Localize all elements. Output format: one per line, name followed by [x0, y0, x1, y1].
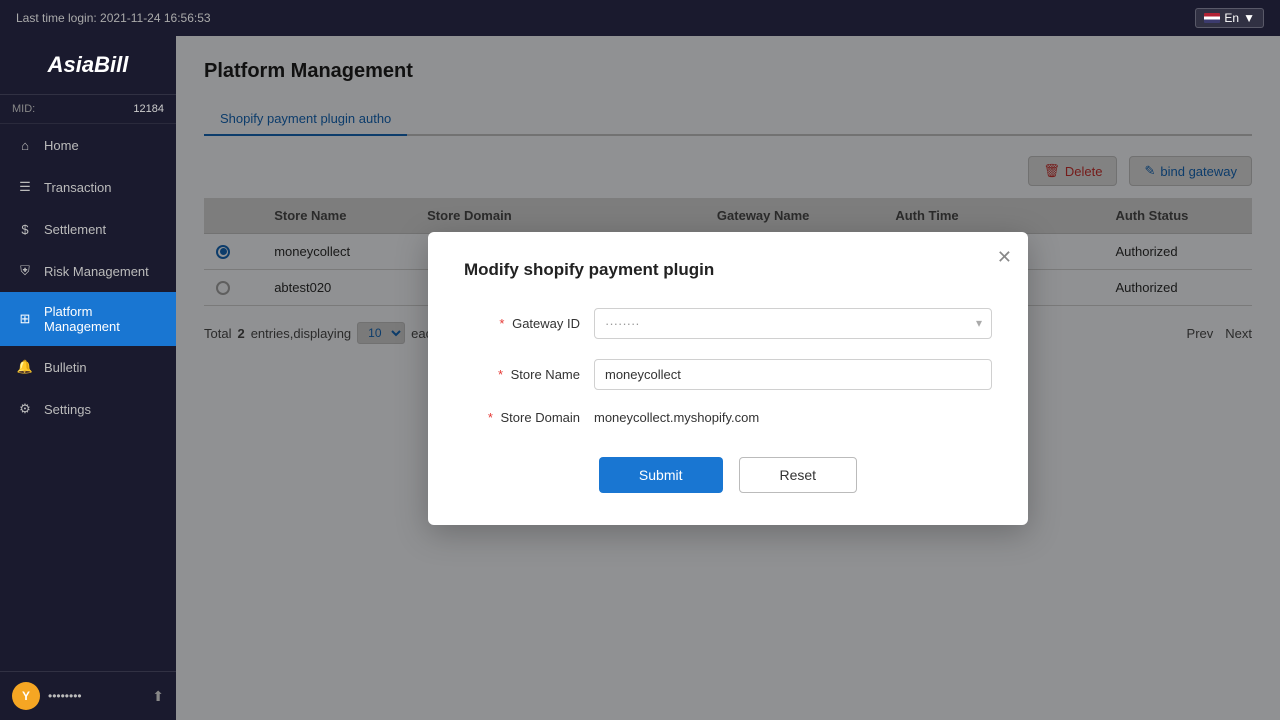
list-icon: ☰: [16, 178, 34, 196]
logo-text: AsiaBill: [48, 52, 129, 77]
sidebar-item-label: Home: [44, 138, 79, 153]
modal-overlay: Modify shopify payment plugin ✕ * Gatewa…: [176, 36, 1280, 720]
main-content: Platform Management Shopify payment plug…: [176, 36, 1280, 720]
gateway-id-select-wrapper: ········ ▾: [594, 308, 992, 339]
submit-button[interactable]: Submit: [599, 457, 723, 493]
gateway-id-select[interactable]: ········: [594, 308, 992, 339]
sidebar-item-label: Settlement: [44, 222, 106, 237]
required-star: *: [488, 410, 493, 425]
modal-dialog: Modify shopify payment plugin ✕ * Gatewa…: [428, 232, 1028, 525]
required-star: *: [499, 316, 504, 331]
sidebar-item-risk-management[interactable]: ⛨ Risk Management: [0, 250, 176, 292]
store-name-label: * Store Name: [464, 367, 594, 382]
grid-icon: ⊞: [16, 310, 34, 328]
last-login-text: Last time login: 2021-11-24 16:56:53: [16, 11, 211, 25]
sidebar-item-label: Bulletin: [44, 360, 87, 375]
gateway-id-row: * Gateway ID ········ ▾: [464, 308, 992, 339]
flag-icon: [1204, 13, 1220, 23]
mid-value: 12184: [133, 103, 164, 115]
username: ••••••••: [48, 689, 152, 703]
sidebar-item-label: Risk Management: [44, 264, 149, 279]
topbar: Last time login: 2021-11-24 16:56:53 En …: [0, 0, 1280, 36]
modal-title: Modify shopify payment plugin: [464, 260, 992, 280]
required-star: *: [498, 367, 503, 382]
home-icon: ⌂: [16, 136, 34, 154]
sidebar-item-settings[interactable]: ⚙ Settings: [0, 388, 176, 430]
sidebar-item-settlement[interactable]: $ Settlement: [0, 208, 176, 250]
sidebar-item-label: Platform Management: [44, 304, 160, 334]
sidebar-mid: MID: 12184: [0, 95, 176, 124]
store-domain-label: * Store Domain: [464, 410, 594, 425]
modal-actions: Submit Reset: [464, 457, 992, 493]
chevron-down-icon: ▼: [1243, 11, 1255, 25]
sidebar-item-platform-management[interactable]: ⊞ Platform Management: [0, 292, 176, 346]
store-domain-row: * Store Domain moneycollect.myshopify.co…: [464, 410, 992, 425]
sidebar-logo: AsiaBill: [0, 36, 176, 95]
sidebar-item-bulletin[interactable]: 🔔 Bulletin: [0, 346, 176, 388]
shield-icon: ⛨: [16, 262, 34, 280]
bell-icon: 🔔: [16, 358, 34, 376]
dollar-icon: $: [16, 220, 34, 238]
sidebar-item-label: Transaction: [44, 180, 111, 195]
store-name-row: * Store Name: [464, 359, 992, 390]
reset-button[interactable]: Reset: [739, 457, 858, 493]
sidebar-bottom: Y •••••••• ⬆: [0, 671, 176, 720]
language-selector[interactable]: En ▼: [1195, 8, 1264, 28]
sidebar-item-label: Settings: [44, 402, 91, 417]
sidebar-item-home[interactable]: ⌂ Home: [0, 124, 176, 166]
gateway-id-label: * Gateway ID: [464, 316, 594, 331]
account-settings-icon[interactable]: ⬆: [152, 688, 164, 705]
store-domain-value: moneycollect.myshopify.com: [594, 410, 759, 425]
avatar: Y: [12, 682, 40, 710]
sidebar: AsiaBill MID: 12184 ⌂ Home ☰ Transaction…: [0, 36, 176, 720]
lang-label: En: [1224, 11, 1239, 25]
gear-icon: ⚙: [16, 400, 34, 418]
sidebar-item-transaction[interactable]: ☰ Transaction: [0, 166, 176, 208]
mid-label: MID:: [12, 103, 35, 115]
store-name-input[interactable]: [594, 359, 992, 390]
modal-close-button[interactable]: ✕: [997, 248, 1012, 266]
